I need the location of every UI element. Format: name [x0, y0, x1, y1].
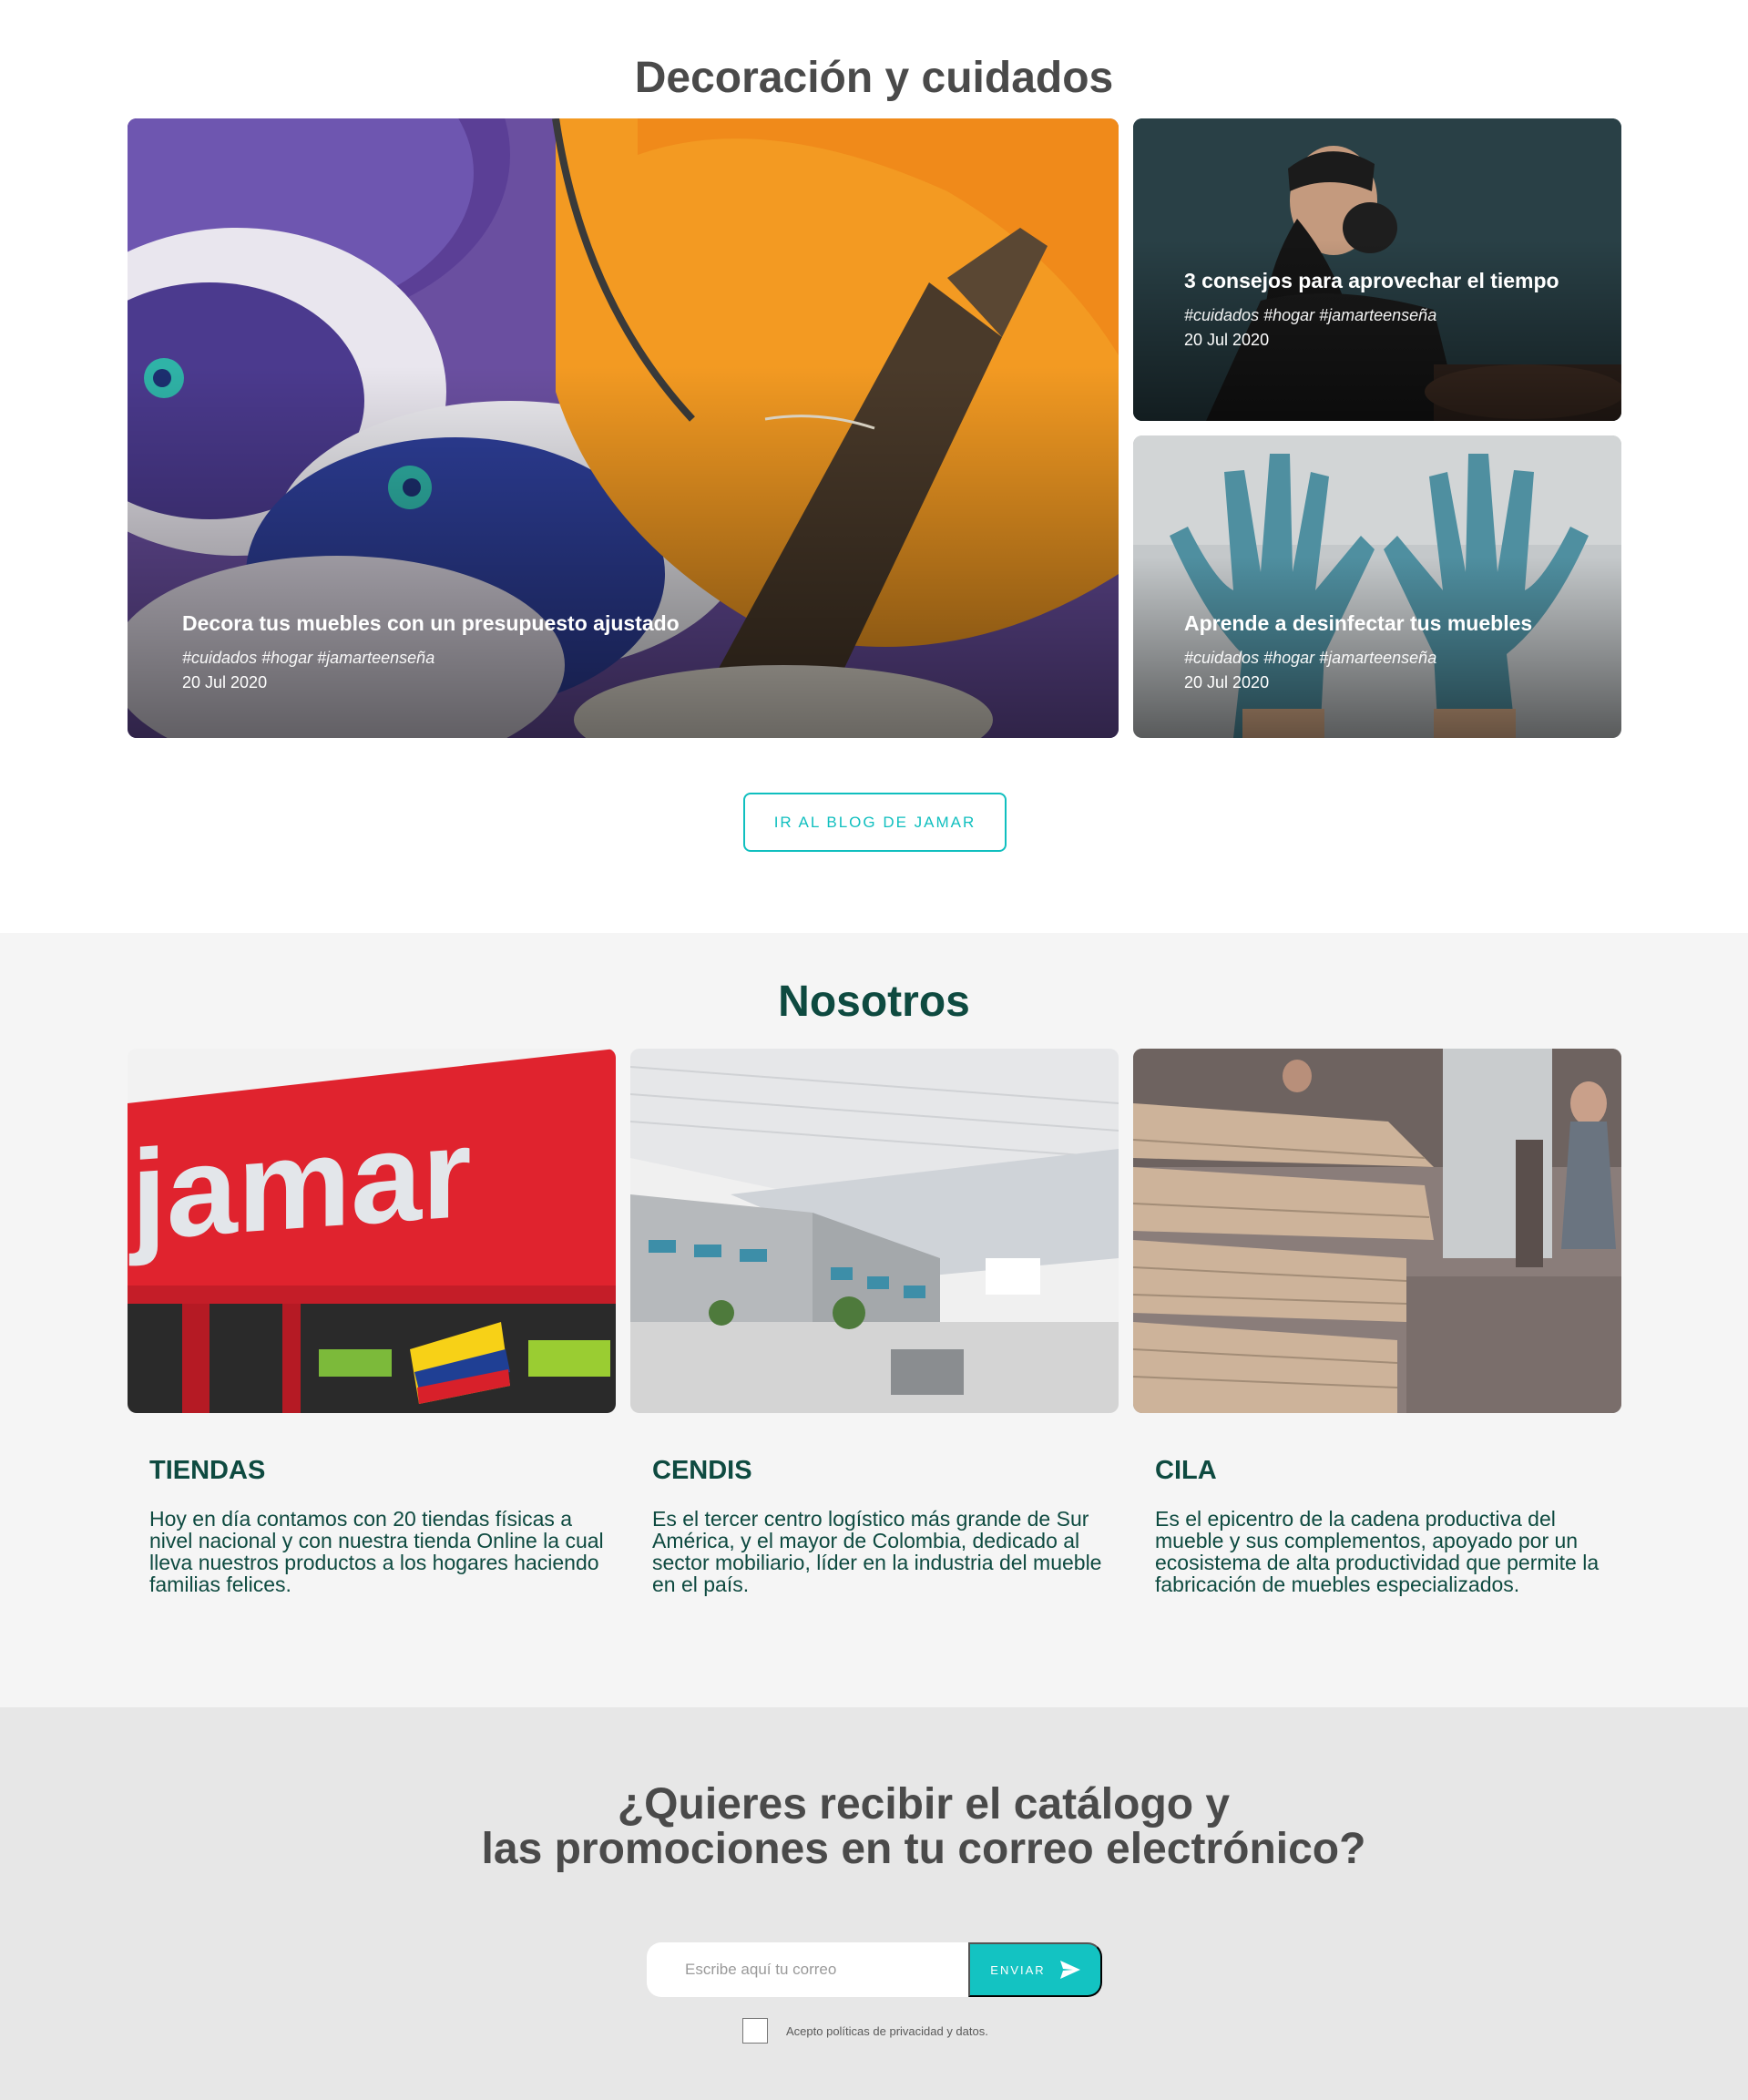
newsletter-title: ¿Quieres recibir el catálogo y las promo…	[0, 1782, 1748, 1871]
factory-photo	[1133, 1049, 1621, 1413]
column-title: CENDIS	[652, 1456, 752, 1485]
column-text: Hoy en día contamos con 20 tiendas físic…	[149, 1507, 604, 1596]
store-image: jamar	[128, 1049, 616, 1413]
column-title: CILA	[1155, 1456, 1217, 1485]
blog-card-consejos[interactable]: 3 consejos para aprovechar el tiempo #cu…	[1133, 118, 1621, 421]
section-title: Decoración y cuidados	[634, 54, 1114, 102]
privacy-checkbox[interactable]	[742, 2018, 768, 2044]
warehouse-photo	[630, 1049, 1119, 1413]
card-tags: #cuidados #hogar #jamarteenseña	[1184, 306, 1437, 324]
about-column-tiendas: TIENDAS Hoy en día contamos con 20 tiend…	[149, 1456, 605, 1595]
paper-plane-icon	[1059, 1961, 1080, 1979]
blog-card-decora[interactable]: Decora tus muebles con un presupuesto aj…	[128, 118, 1119, 738]
card-info: 3 consejos para aprovechar el tiempo #cu…	[1184, 270, 1567, 350]
jamar-store-photo: jamar	[128, 1049, 616, 1413]
newsletter-form: ENVIAR	[647, 1942, 1102, 1997]
card-date: 20 Jul 2020	[182, 673, 268, 691]
card-date: 20 Jul 2020	[1184, 673, 1270, 691]
newsletter-section: ¿Quieres recibir el catálogo y las promo…	[0, 1707, 1748, 2100]
email-input[interactable]	[647, 1942, 968, 1997]
card-title[interactable]: Decora tus muebles con un presupuesto aj…	[182, 612, 680, 634]
card-date: 20 Jul 2020	[1184, 331, 1270, 349]
about-column-cila: CILA Es el epicentro de la cadena produc…	[1155, 1456, 1610, 1595]
go-to-blog-button[interactable]: IR AL BLOG DE JAMAR	[743, 793, 1007, 852]
store-sign-text: jamar	[128, 1101, 472, 1267]
warehouse-image	[630, 1049, 1119, 1413]
card-tags: #cuidados #hogar #jamarteenseña	[182, 649, 435, 667]
card-tags: #cuidados #hogar #jamarteenseña	[1184, 649, 1437, 667]
column-title: TIENDAS	[149, 1456, 266, 1485]
section-title: Nosotros	[778, 978, 970, 1026]
card-title[interactable]: 3 consejos para aprovechar el tiempo	[1184, 270, 1567, 292]
column-text: Es el tercer centro logístico más grande…	[652, 1507, 1102, 1596]
about-column-cendis: CENDIS Es el tercer centro logístico más…	[652, 1456, 1108, 1595]
newsletter-title-line1: ¿Quieres recibir el catálogo y	[617, 1780, 1231, 1829]
factory-image	[1133, 1049, 1621, 1413]
card-info: Decora tus muebles con un presupuesto aj…	[182, 612, 680, 692]
send-label: ENVIAR	[990, 1962, 1046, 1977]
privacy-label: Acepto políticas de privacidad y datos.	[786, 2023, 988, 2038]
about-section: Nosotros jamar TIENDAS Hoy en día contam…	[0, 933, 1748, 1707]
privacy-consent: Acepto políticas de privacidad y datos.	[742, 2018, 988, 2044]
send-button[interactable]: ENVIAR	[968, 1942, 1102, 1997]
card-title[interactable]: Aprende a desinfectar tus muebles	[1184, 612, 1532, 634]
card-info: Aprende a desinfectar tus muebles #cuida…	[1184, 612, 1532, 692]
blog-card-desinfectar[interactable]: Aprende a desinfectar tus muebles #cuida…	[1133, 435, 1621, 738]
column-text: Es el epicentro de la cadena productiva …	[1155, 1507, 1600, 1596]
newsletter-title-line2: las promociones en tu correo electrónico…	[481, 1825, 1366, 1873]
blog-section: Decoración y cuidados Decora tus muebles…	[0, 0, 1748, 933]
